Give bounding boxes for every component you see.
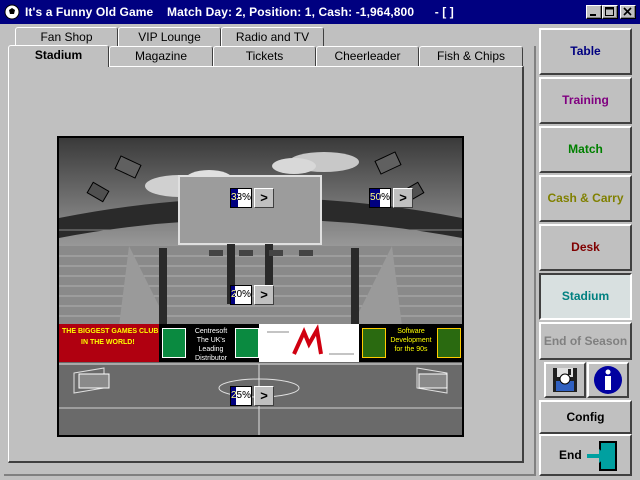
scoreboard-level-value: 33% — [231, 192, 252, 203]
tab-vip-lounge[interactable]: VIP Lounge — [118, 27, 221, 47]
football-icon[interactable] — [4, 4, 20, 20]
tab-label: Tickets — [245, 49, 284, 63]
pitch-level: 25% — [230, 386, 252, 406]
minimize-button[interactable] — [586, 5, 602, 19]
ad-games-club-line1: THE BIGGEST GAMES CLUB — [62, 328, 159, 335]
end-button[interactable]: End — [539, 434, 632, 476]
menu-end-of-season-button[interactable]: End of Season — [539, 322, 632, 360]
menu-cash-and-carry-button[interactable]: Cash & Carry — [539, 175, 632, 222]
software-logo — [362, 328, 386, 358]
ad-centresoft-text: Centresoft The UK's Leading Distributor — [194, 328, 228, 362]
menu-match-button[interactable]: Match — [539, 126, 632, 173]
menu-desk-button[interactable]: Desk — [539, 224, 632, 271]
tab-label: VIP Lounge — [138, 30, 201, 44]
brand-logo — [267, 324, 354, 355]
info-icon — [594, 366, 622, 394]
config-button[interactable]: Config — [539, 400, 632, 434]
tab-label: Fish & Chips — [436, 49, 506, 63]
ad-centresoft: Centresoft The UK's Leading Distributor — [159, 324, 259, 362]
tab-tickets[interactable]: Tickets — [213, 46, 316, 66]
menu-label: End of Season — [543, 334, 628, 348]
tab-label: Cheerleader — [334, 49, 401, 63]
menu-stadium-button[interactable]: Stadium — [539, 273, 632, 320]
tab-stadium[interactable]: Stadium — [8, 45, 109, 67]
exit-door-icon — [587, 441, 617, 471]
ad-logo — [259, 324, 359, 362]
menu-label: Stadium — [561, 289, 610, 303]
maximize-button[interactable] — [602, 5, 618, 19]
tab-label: Magazine — [134, 49, 188, 63]
menu-label: Table — [570, 44, 601, 58]
pitch-level-value: 25% — [231, 390, 252, 401]
save-button[interactable] — [544, 362, 586, 398]
title-bar: It's a Funny Old Game Match Day: 2, Posi… — [0, 0, 640, 24]
stands-level-value: 20% — [231, 289, 252, 300]
floodlights-level-value: 50% — [370, 192, 391, 203]
menu-label: Match — [568, 142, 603, 156]
ad-software-text: Software Development for the 90s — [390, 328, 432, 353]
ad-games-club-line2: IN THE WORLD! — [81, 339, 135, 346]
menu-training-button[interactable]: Training — [539, 77, 632, 124]
menu-label: Cash & Carry — [547, 191, 624, 205]
stadium-view: THE BIGGEST GAMES CLUB IN THE WORLD! Cen… — [57, 136, 464, 437]
menu-label: Config — [566, 410, 605, 424]
tab-cheerleader[interactable]: Cheerleader — [316, 46, 419, 66]
scoreboard-upgrade-button[interactable]: > — [254, 188, 274, 208]
menu-table-button[interactable]: Table — [539, 28, 632, 75]
scoreboard-level: 33% — [230, 188, 252, 208]
close-button[interactable] — [620, 5, 636, 19]
stands-level: 20% — [230, 285, 252, 305]
floppy-disk-icon — [553, 368, 577, 392]
tab-radio-and-tv[interactable]: Radio and TV — [221, 27, 324, 47]
menu-label: End — [559, 448, 582, 462]
pitch-upgrade-button[interactable]: > — [254, 386, 274, 406]
centresoft-logo — [162, 328, 186, 358]
tab-fan-shop[interactable]: Fan Shop — [15, 27, 118, 47]
floodlights-upgrade-button[interactable]: > — [393, 188, 413, 208]
tab-fish-and-chips[interactable]: Fish & Chips — [419, 46, 523, 66]
tab-label: Radio and TV — [235, 30, 310, 44]
tab-magazine[interactable]: Magazine — [109, 46, 213, 66]
software-logo — [437, 328, 461, 358]
ad-games-club: THE BIGGEST GAMES CLUB IN THE WORLD! — [59, 324, 159, 362]
ad-software: Software Development for the 90s — [359, 324, 462, 362]
stands-upgrade-button[interactable]: > — [254, 285, 274, 305]
floodlights-level: 50% — [369, 188, 391, 208]
info-button[interactable] — [587, 362, 629, 398]
tab-label: Fan Shop — [40, 30, 93, 44]
tab-label: Stadium — [34, 48, 83, 62]
centresoft-logo — [235, 328, 259, 358]
menu-label: Desk — [571, 240, 600, 254]
menu-label: Training — [562, 93, 609, 107]
window-title: It's a Funny Old Game Match Day: 2, Posi… — [25, 5, 454, 19]
